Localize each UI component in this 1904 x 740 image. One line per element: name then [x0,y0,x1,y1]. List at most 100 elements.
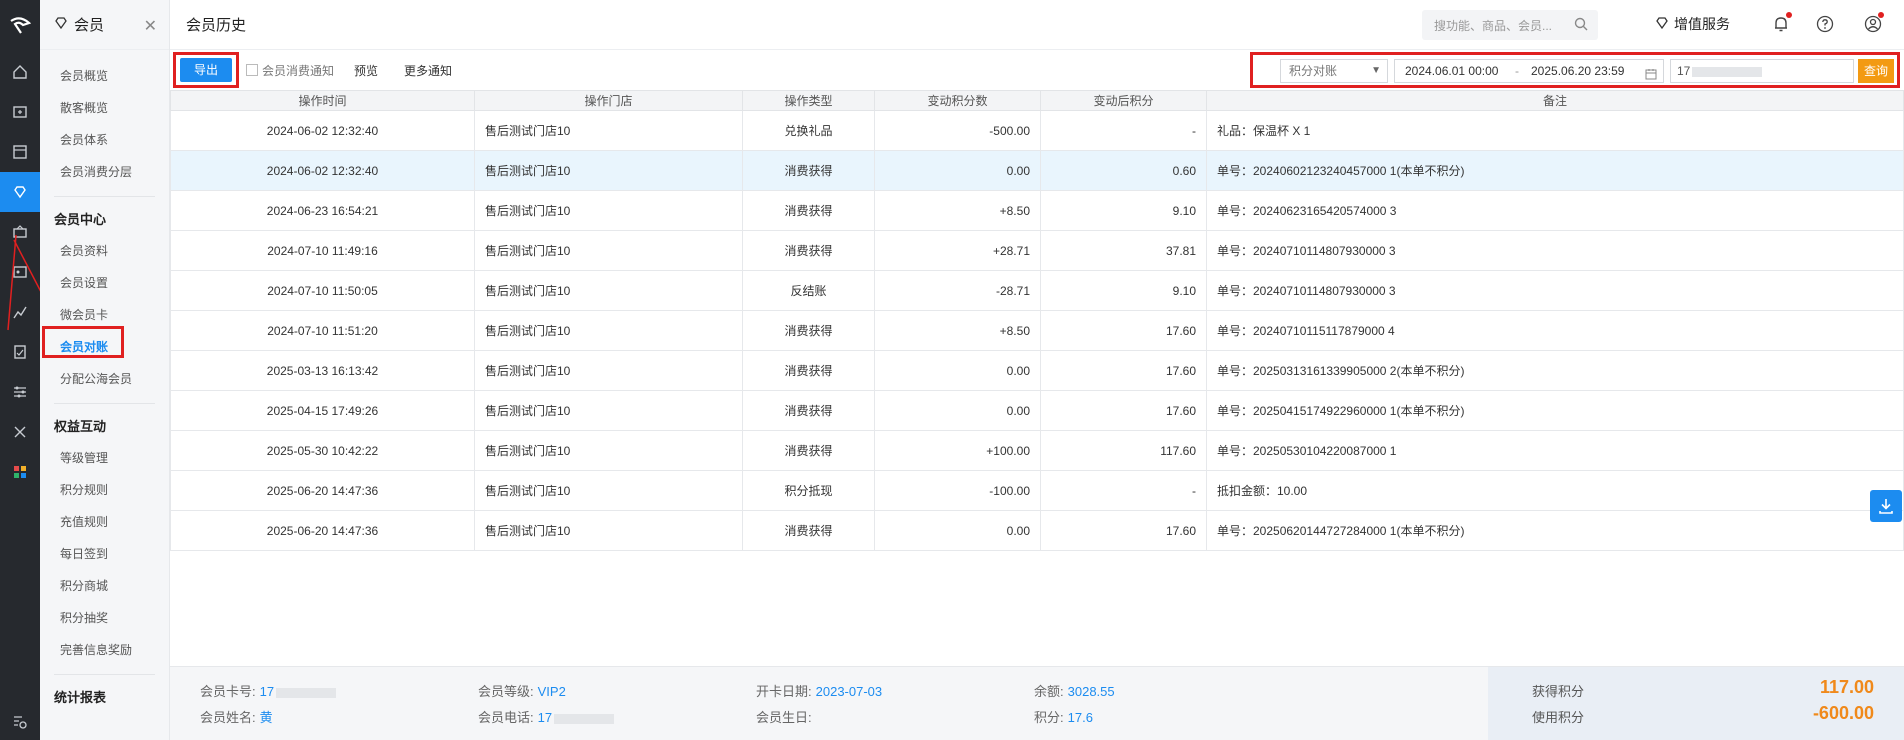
app-window: 会员 ✕ 会员概览 散客概览 会员体系 会员消费分层 会员中心 会员资料 会员设… [0,0,1904,740]
settings-sliders-icon[interactable] [0,372,40,412]
close-icon[interactable]: ✕ [144,16,157,36]
table-cell: +28.71 [874,230,1041,271]
col-header[interactable]: 备注 [1206,90,1904,111]
label: 开卡日期: [756,684,812,699]
table-cell: 0.00 [874,150,1041,191]
help-icon[interactable] [1816,15,1834,36]
label: 会员姓名: [200,710,256,725]
phone-field: 会员电话: 17 [478,707,615,726]
query-button[interactable]: 查询 [1858,59,1894,83]
table-row[interactable]: 2024-06-23 16:54:21 售后测试门店10 消费获得 +8.50 9.10… [170,190,1904,231]
table-cell: -500.00 [874,110,1041,151]
table-row[interactable]: 2025-06-20 14:47:36 售后测试门店10 消费获得 0.00 17.60… [170,510,1904,551]
download-icon[interactable] [1870,490,1902,522]
table-cell: 9.10 [1040,270,1207,311]
balance-field: 余额: 3028.55 [1034,681,1115,700]
table-cell: 单号：20240710115117879000 4 [1206,310,1904,351]
label: 余额: [1034,684,1064,699]
sidebar-title: 会员 [74,17,105,34]
member-summary-footer: 会员卡号: 17 会员姓名: 黄 会员等级: VIP2 会员电话: 17 开卡日期: 20… [170,666,1904,740]
table-row[interactable]: 2024-07-10 11:51:20 售后测试门店10 消费获得 +8.50 17.6… [170,310,1904,351]
date-range-picker[interactable]: 2024.06.01 00:00 - 2025.06.20 23:59 [1394,59,1664,83]
table-cell: 单号：20250415174922960000 1(本单不积分) [1206,390,1904,431]
main-rail [0,0,67,740]
table-cell: +100.00 [874,430,1041,471]
menu-search-icon[interactable] [0,714,40,730]
sidebar-item[interactable]: 会员设置 [40,267,169,299]
table-row[interactable]: 2024-07-10 11:49:16 售后测试门店10 消费获得 +28.71 37.… [170,230,1904,271]
date-end: 2025.06.20 23:59 [1531,64,1625,78]
more-notify-link[interactable]: 更多通知 [404,62,452,79]
table-cell: 17.60 [1040,390,1207,431]
search-icon[interactable] [1574,17,1588,34]
card-number-input[interactable]: 17 [1670,59,1854,83]
earned-value: 117.00 [1819,677,1874,697]
apps-icon[interactable] [0,452,40,492]
col-header[interactable]: 操作类型 [742,90,875,111]
sidebar-item[interactable]: 分配公海会员 [40,363,169,395]
sidebar-item[interactable]: 充值规则 [40,506,169,538]
group-report[interactable]: 统计报表 [40,683,169,713]
card-number-value: 17 [1677,64,1691,78]
table-cell: 2024-07-10 11:49:16 [170,230,475,271]
table-cell: 售后测试门店10 [474,230,743,271]
table-cell: +8.50 [874,190,1041,231]
sidebar-item[interactable]: 会员体系 [40,124,169,156]
sidebar-item[interactable]: 会员概览 [40,60,169,92]
sidebar-item[interactable]: 散客概览 [40,92,169,124]
table-row[interactable]: 2024-06-02 12:32:40 售后测试门店10 兑换礼品 -500.00- 礼… [170,110,1904,151]
col-header[interactable]: 操作时间 [170,90,475,111]
type-select[interactable]: 积分对账 ▼ [1280,59,1388,83]
table-cell: 反结账 [742,270,875,311]
sidebar-item[interactable]: 积分抽奖 [40,602,169,634]
table-cell: 2024-06-02 12:32:40 [170,110,475,151]
search-input[interactable]: 搜功能、商品、会员... [1422,10,1598,40]
sidebar-item[interactable]: 会员资料 [40,235,169,267]
value-added-button[interactable]: 增值服务 [1655,14,1730,34]
table-row[interactable]: 2025-04-15 17:49:26 售后测试门店10 消费获得 0.00 17.60… [170,390,1904,431]
table-row[interactable]: 2025-05-30 10:42:22 售后测试门店10 消费获得 +100.00 11… [170,430,1904,471]
preview-link[interactable]: 预览 [354,62,378,79]
table-row[interactable]: 2024-06-02 12:32:40 售后测试门店10 消费获得 0.00 0.60 单… [170,150,1904,191]
notify-label[interactable]: 会员消费通知 [262,62,334,79]
table-cell: 消费获得 [742,310,875,351]
birthday-field: 会员生日: [756,707,816,726]
table-cell: 消费获得 [742,230,875,271]
col-header[interactable]: 变动后积分 [1040,90,1207,111]
value: 17 [537,710,553,725]
value: VIP2 [537,684,566,699]
bell-icon[interactable] [1772,12,1792,36]
user-icon[interactable] [1864,12,1884,36]
chevron-down-icon: ▼ [1371,65,1381,76]
table-cell: 消费获得 [742,390,875,431]
table-cell: - [1040,110,1207,151]
group-member-center[interactable]: 会员中心 [40,205,169,235]
top-bar: 会员历史 搜功能、商品、会员... 增值服务 [170,0,1904,50]
sidebar-item[interactable]: 完善信息奖励 [40,634,169,666]
label: 会员卡号: [200,684,256,699]
table-cell: -100.00 [874,470,1041,511]
table-row[interactable]: 2025-06-20 14:47:36 售后测试门店10 积分抵现 -100.00- 抵… [170,470,1904,511]
sidebar-item[interactable]: 每日签到 [40,538,169,570]
sidebar-item[interactable]: 积分规则 [40,474,169,506]
col-header[interactable]: 变动积分数 [874,90,1041,111]
table-row[interactable]: 2025-03-13 16:13:42 售后测试门店10 消费获得 0.00 17.60… [170,350,1904,391]
label: 积分: [1034,710,1064,725]
col-header[interactable]: 操作门店 [474,90,743,111]
tools-icon[interactable] [0,412,40,452]
table-cell: 售后测试门店10 [474,350,743,391]
sidebar-item[interactable]: 等级管理 [40,442,169,474]
group-interact[interactable]: 权益互动 [40,412,169,442]
table-row[interactable]: 2024-07-10 11:50:05 售后测试门店10 反结账 -28.71 9.10… [170,270,1904,311]
table-cell: 2024-07-10 11:50:05 [170,270,475,311]
table-cell: 单号：20250313161339905000 2(本单不积分) [1206,350,1904,391]
table-cell: 单号：20240623165420574000 3 [1206,190,1904,231]
table-cell: 单号：20240602123240457000 1(本单不积分) [1206,150,1904,191]
table-cell: 2024-06-23 16:54:21 [170,190,475,231]
table-cell: 2024-07-10 11:51:20 [170,310,475,351]
notify-checkbox[interactable] [246,64,258,76]
table-cell: 单号：20250620144727284000 1(本单不积分) [1206,510,1904,551]
sidebar-header: 会员 ✕ [40,0,169,50]
sidebar-item[interactable]: 会员消费分层 [40,156,169,188]
sidebar-item[interactable]: 积分商城 [40,570,169,602]
